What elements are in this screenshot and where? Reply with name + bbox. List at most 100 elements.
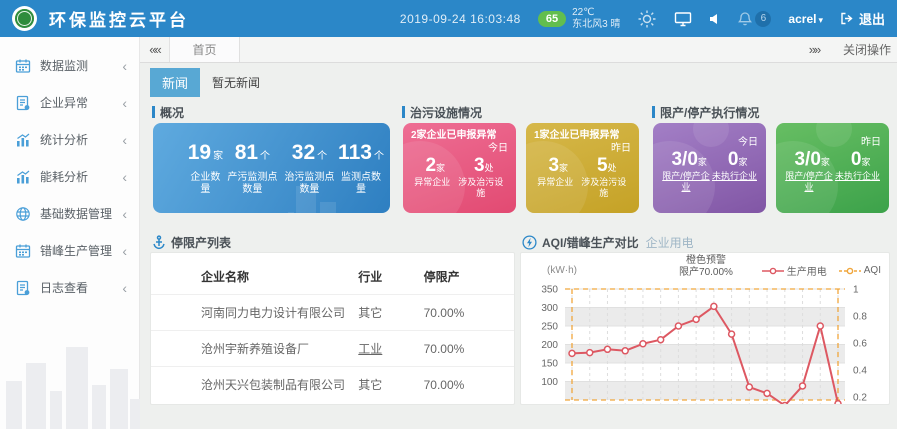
speaker-icon[interactable] <box>709 13 721 25</box>
pending-companies-link[interactable]: 未执行企业 <box>712 171 757 192</box>
svg-text:1: 1 <box>853 285 859 296</box>
tabs-scroll-left-button[interactable]: «« <box>140 37 170 62</box>
main-content: «« 首页 »» 关闭操作 新闻 暂无新闻 概况 治污设施情况 限产/停产执行情… <box>140 37 897 429</box>
treatment-today-card: 2家企业已申报异常 今日 2家 3处 异常企业 涉及治污设施 <box>403 123 516 213</box>
temperature: 22℃ <box>572 7 594 18</box>
anchor-icon <box>152 235 166 250</box>
chart-title: AQI/错峰生产对比 企业用电 <box>522 234 694 251</box>
notifications[interactable]: 6 <box>738 11 771 27</box>
halt-list-title: 停限产列表 <box>152 234 231 251</box>
sidebar-item-label: 能耗分析 <box>40 168 88 185</box>
close-operations-menu[interactable]: 关闭操作 <box>843 41 891 58</box>
svg-text:0.2: 0.2 <box>853 393 867 404</box>
section-title-treatment: 治污设施情况 <box>402 105 482 119</box>
wind-weather: 东北风3 晴 <box>572 19 620 30</box>
sidebar-item-base-data[interactable]: 基础数据管理 ‹ <box>0 195 139 232</box>
stat-treatment-points: 32个 治污监测点数量 <box>281 141 338 196</box>
page-tab-bar: «« 首页 »» 关闭操作 <box>140 37 897 63</box>
sidebar-item-peak-production[interactable]: 错峰生产管理 ‹ <box>0 232 139 269</box>
svg-text:300: 300 <box>541 303 558 314</box>
section-title-overview: 概况 <box>152 105 184 119</box>
sidebar-item-enterprise-anomaly[interactable]: 企业异常 ‹ <box>0 84 139 121</box>
globe-icon <box>15 206 31 222</box>
news-tab[interactable]: 新闻 <box>150 68 200 97</box>
table-row: 河南同力电力设计有限公司 其它 70.00% <box>151 295 514 331</box>
section-title-production: 限产/停产执行情况 <box>652 105 759 119</box>
svg-text:200: 200 <box>541 340 558 351</box>
app-title: 环保监控云平台 <box>49 6 189 31</box>
sidebar-item-label: 错峰生产管理 <box>40 242 112 259</box>
sidebar-item-label: 数据监测 <box>40 57 88 74</box>
top-header: 环保监控云平台 2019-09-24 16:03:48 65 22℃ 东北风3 … <box>0 0 897 37</box>
chevron-left-icon: ‹ <box>122 207 127 221</box>
sidebar-item-label: 统计分析 <box>40 131 88 148</box>
chevron-left-icon: ‹ <box>122 170 127 184</box>
calendar-icon <box>15 58 31 74</box>
app-logo-icon <box>12 6 37 31</box>
halt-list-table: 企业名称 行业 停限产 河南同力电力设计有限公司 其它 70.00% 沧州宇新养… <box>151 259 514 402</box>
news-message: 暂无新闻 <box>212 74 260 91</box>
sidebar-item-statistics[interactable]: 统计分析 ‹ <box>0 121 139 158</box>
aqi-badge: 65 <box>538 11 566 27</box>
sidebar-item-energy-analysis[interactable]: 能耗分析 ‹ <box>0 158 139 195</box>
bar-chart-icon <box>15 132 31 148</box>
treatment-yesterday-card: 1家企业已申报异常 昨日 3家 5处 异常企业 涉及治污设施 <box>526 123 639 213</box>
stat-enterprise-count: 19家 企业数量 <box>187 141 224 196</box>
halt-list-panel: 企业名称 行业 停限产 河南同力电力设计有限公司 其它 70.00% 沧州宇新养… <box>150 252 515 405</box>
card-day-label: 今日 <box>411 142 508 155</box>
monitor-icon[interactable] <box>674 11 692 27</box>
overview-stats-card: 19家 企业数量 81个 产污监测点数量 32个 治污监测点数量 113个 监测… <box>153 123 390 213</box>
sun-weather-icon <box>637 9 657 29</box>
report-icon <box>15 280 31 296</box>
stat-pollution-points: 81个 产污监测点数量 <box>224 141 281 196</box>
card-day-label: 昨日 <box>534 142 631 155</box>
svg-text:100: 100 <box>541 377 558 388</box>
lightning-circle-icon <box>522 235 537 250</box>
card-day-label: 今日 <box>661 136 758 149</box>
datetime: 2019-09-24 16:03:48 <box>400 12 521 26</box>
industry-link[interactable]: 工业 <box>354 331 419 367</box>
sidebar-item-label: 日志查看 <box>40 279 88 296</box>
table-row: 沧州宇新养殖设备厂 工业 70.00% <box>151 331 514 367</box>
chevron-left-icon: ‹ <box>122 96 127 110</box>
pending-companies-link[interactable]: 未执行企业 <box>835 171 880 192</box>
notification-count-badge: 6 <box>755 11 771 27</box>
report-icon <box>15 95 31 111</box>
table-row: 沧州天兴包装制品有限公司 其它 70.00% <box>151 367 514 403</box>
weather-widget: 65 22℃ 东北风3 晴 <box>538 7 621 31</box>
chart-subtitle: 企业用电 <box>646 234 694 251</box>
svg-text:350: 350 <box>541 285 558 296</box>
sidebar-item-label: 基础数据管理 <box>40 205 112 222</box>
chevron-left-icon: ‹ <box>122 281 127 295</box>
tabs-scroll-right-button[interactable]: »» <box>799 42 829 57</box>
sidebar-item-data-monitoring[interactable]: 数据监测 ‹ <box>0 47 139 84</box>
card-day-label: 昨日 <box>784 136 881 149</box>
calendar-icon <box>15 243 31 259</box>
caret-down-icon: ▾ <box>818 15 823 25</box>
card-headline: 1家企业已申报异常 <box>534 130 631 142</box>
svg-text:0.6: 0.6 <box>853 339 867 350</box>
chevron-left-icon: ‹ <box>122 59 127 73</box>
user-menu[interactable]: acrel▾ <box>788 12 823 26</box>
city-skyline-watermark <box>0 329 140 429</box>
tab-home[interactable]: 首页 <box>170 37 240 62</box>
sidebar-item-log-view[interactable]: 日志查看 ‹ <box>0 269 139 306</box>
line-chart: (kW·h) 橙色预警 限产70.00% 生产用电 AQI 3503002502… <box>521 253 889 404</box>
bell-icon[interactable] <box>738 11 752 26</box>
chevron-left-icon: ‹ <box>122 244 127 258</box>
logout-button[interactable]: 退出 <box>840 9 885 28</box>
environmental-cloud-dashboard: 环保监控云平台 2019-09-24 16:03:48 65 22℃ 东北风3 … <box>0 0 897 429</box>
chevron-left-icon: ‹ <box>122 133 127 147</box>
production-yesterday-card: 昨日 3/0家 0家 限产/停产企业 未执行企业 <box>776 123 889 213</box>
stat-monitor-points: 113个 监测点数量 <box>338 141 384 196</box>
svg-text:250: 250 <box>541 322 558 333</box>
chart-plot-area: 350 300 250 200 150 100 1 0.8 0.6 0.4 0.2 <box>521 253 889 405</box>
limited-companies-link[interactable]: 限产/停产企业 <box>662 171 710 192</box>
svg-text:0.8: 0.8 <box>853 312 867 323</box>
svg-text:0.4: 0.4 <box>853 366 867 377</box>
sidebar-nav: 数据监测 ‹ 企业异常 ‹ 统计分析 ‹ 能耗分析 ‹ 基础数据管理 ‹ 错峰生… <box>0 37 140 429</box>
limited-companies-link[interactable]: 限产/停产企业 <box>785 171 833 192</box>
svg-text:150: 150 <box>541 359 558 370</box>
card-headline: 2家企业已申报异常 <box>411 130 508 142</box>
sidebar-item-label: 企业异常 <box>40 94 88 111</box>
